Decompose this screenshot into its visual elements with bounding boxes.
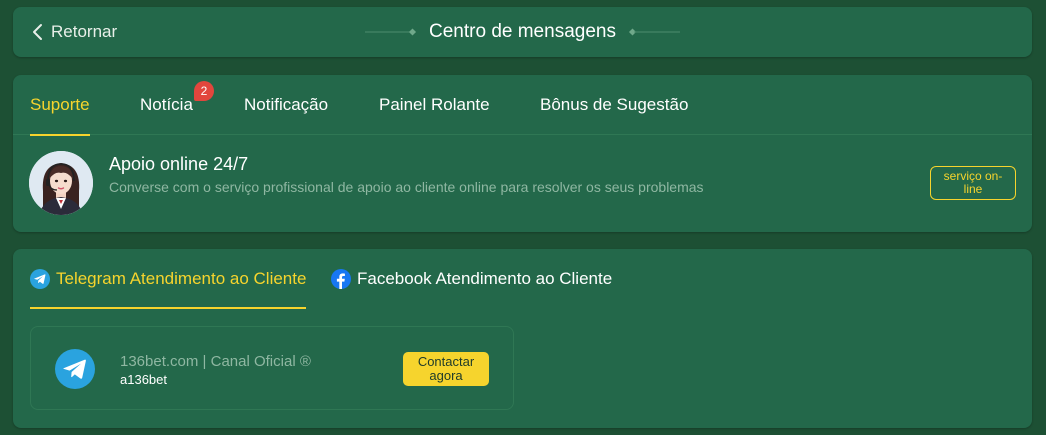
tab-label: Painel Rolante bbox=[379, 95, 490, 114]
support-agent-avatar-icon bbox=[29, 151, 93, 215]
channel-tabs: Telegram Atendimento ao Cliente Facebook… bbox=[13, 249, 1032, 309]
channel-item-telegram: 136bet.com | Canal Oficial ® a136bet Con… bbox=[30, 326, 514, 410]
tab-notificacao[interactable]: Notificação bbox=[244, 75, 328, 135]
online-support-row: Apoio online 24/7 Converse com o serviço… bbox=[13, 135, 1032, 232]
tab-label: Telegram Atendimento ao Cliente bbox=[56, 269, 307, 288]
facebook-icon bbox=[331, 269, 351, 289]
support-tabs: Suporte Notícia 2 Notificação Painel Rol… bbox=[13, 75, 1032, 136]
channels-card: Telegram Atendimento ao Cliente Facebook… bbox=[13, 249, 1032, 428]
tab-label: Suporte bbox=[30, 95, 90, 114]
telegram-icon bbox=[30, 269, 50, 289]
title-wrap: Centro de mensagens bbox=[13, 7, 1032, 57]
channel-name: 136bet.com | Canal Oficial ® bbox=[120, 353, 311, 370]
online-support-description: Converse com o serviço profissional de a… bbox=[109, 179, 704, 195]
page-title: Centro de mensagens bbox=[429, 21, 616, 42]
header-bar: Retornar Centro de mensagens bbox=[13, 7, 1032, 57]
tab-label: Notificação bbox=[244, 95, 329, 114]
online-service-button[interactable]: serviço on-line bbox=[930, 166, 1016, 200]
tab-painel-rolante[interactable]: Painel Rolante bbox=[379, 75, 490, 135]
tab-label: Bônus de Sugestão bbox=[540, 95, 689, 114]
tab-suporte[interactable]: Suporte bbox=[30, 75, 90, 136]
tab-label: Notícia bbox=[140, 95, 193, 114]
avatar bbox=[29, 151, 93, 215]
channel-handle: a136bet bbox=[120, 372, 167, 387]
tab-bonus-sugestao[interactable]: Bônus de Sugestão bbox=[540, 75, 688, 135]
tab-label: Facebook Atendimento ao Cliente bbox=[357, 269, 613, 288]
support-card: Suporte Notícia 2 Notificação Painel Rol… bbox=[13, 75, 1032, 232]
unread-badge: 2 bbox=[193, 81, 214, 101]
title-decoration-left bbox=[365, 28, 417, 36]
tab-noticia[interactable]: Notícia 2 bbox=[140, 75, 214, 135]
tab-telegram[interactable]: Telegram Atendimento ao Cliente bbox=[30, 249, 307, 309]
tab-facebook[interactable]: Facebook Atendimento ao Cliente bbox=[331, 249, 612, 309]
telegram-icon bbox=[55, 349, 95, 389]
online-support-title: Apoio online 24/7 bbox=[109, 154, 249, 174]
contact-now-button[interactable]: Contactar agora bbox=[403, 352, 489, 386]
title-decoration-right bbox=[628, 28, 680, 36]
